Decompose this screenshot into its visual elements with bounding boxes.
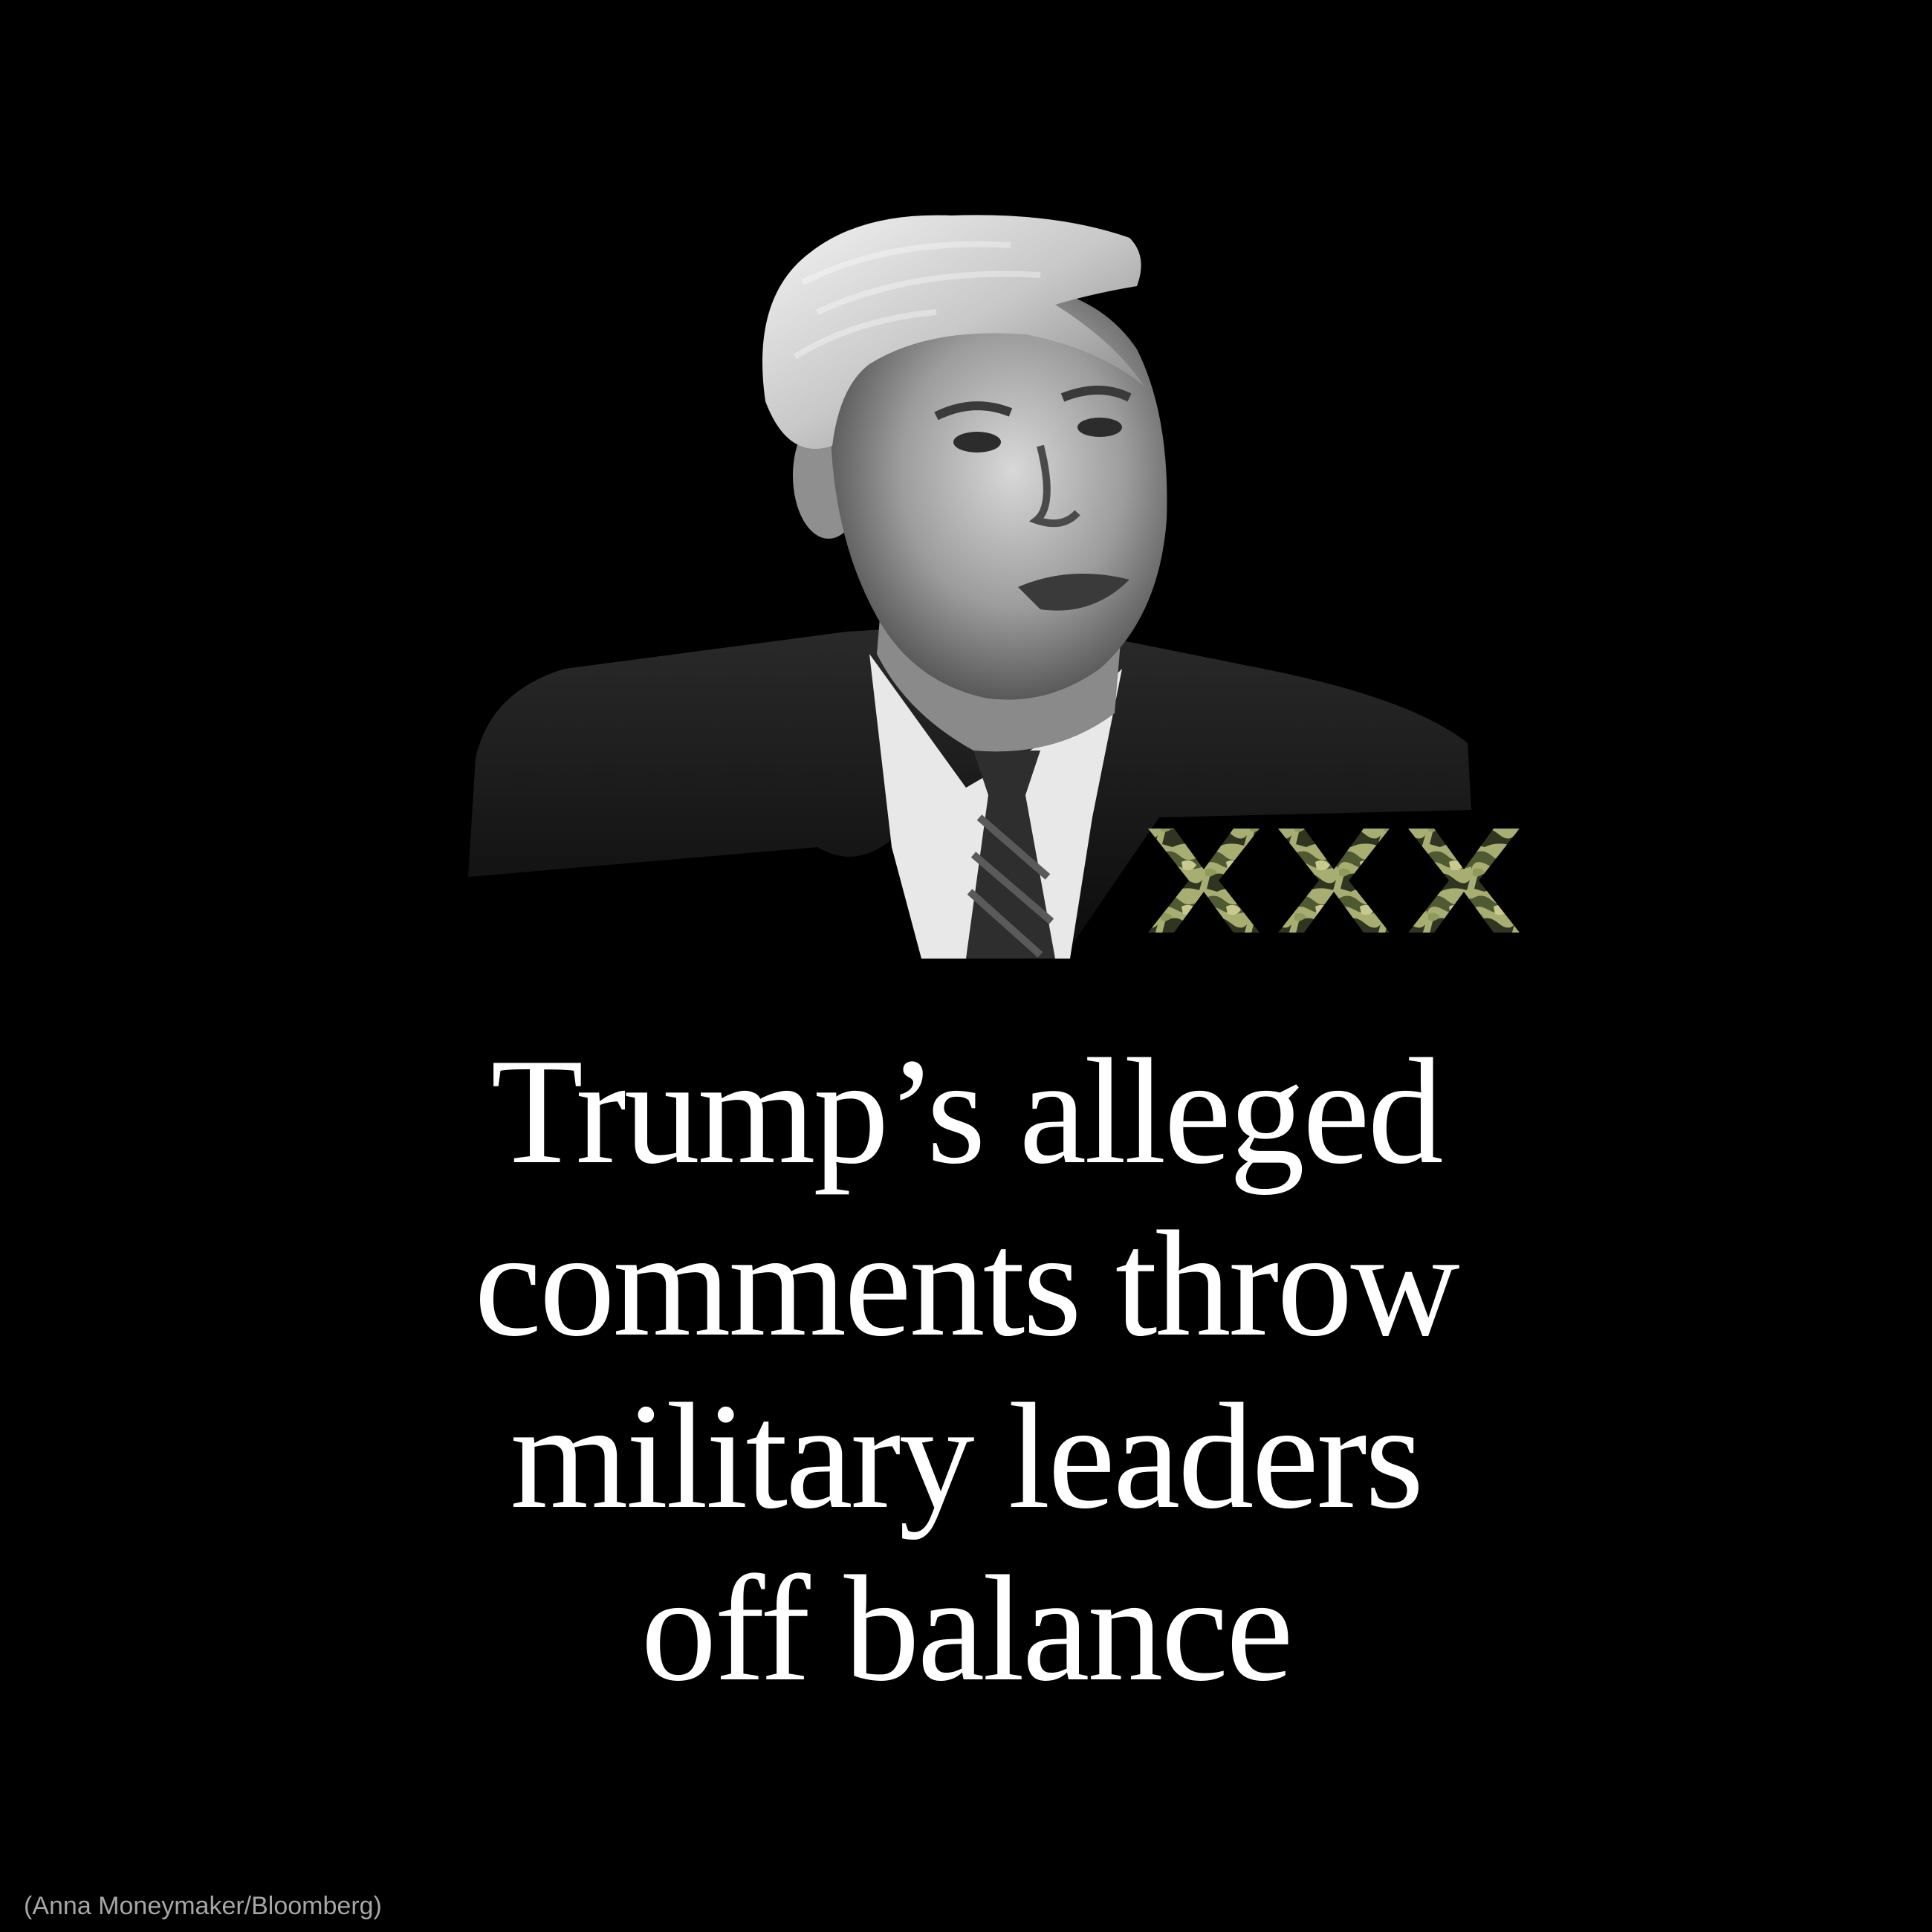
photo-credit: (Anna Moneymaker/Bloomberg) [24,1892,382,1920]
portrait-photo [0,0,1932,981]
headline: Trump’s alleged comments throw military … [223,1025,1709,1715]
headline-line-2: comments throw [474,1200,1459,1368]
camo-x-icon-1 [1148,829,1260,933]
headline-line-3: military leaders [510,1372,1424,1540]
camo-x-icon-2 [1278,829,1390,933]
headline-line-1: Trump’s alleged [490,1028,1443,1196]
camo-x-icon-3 [1408,829,1520,933]
graphic-card: Trump’s alleged comments throw military … [0,0,1932,1932]
headline-line-4: off balance [641,1545,1293,1713]
